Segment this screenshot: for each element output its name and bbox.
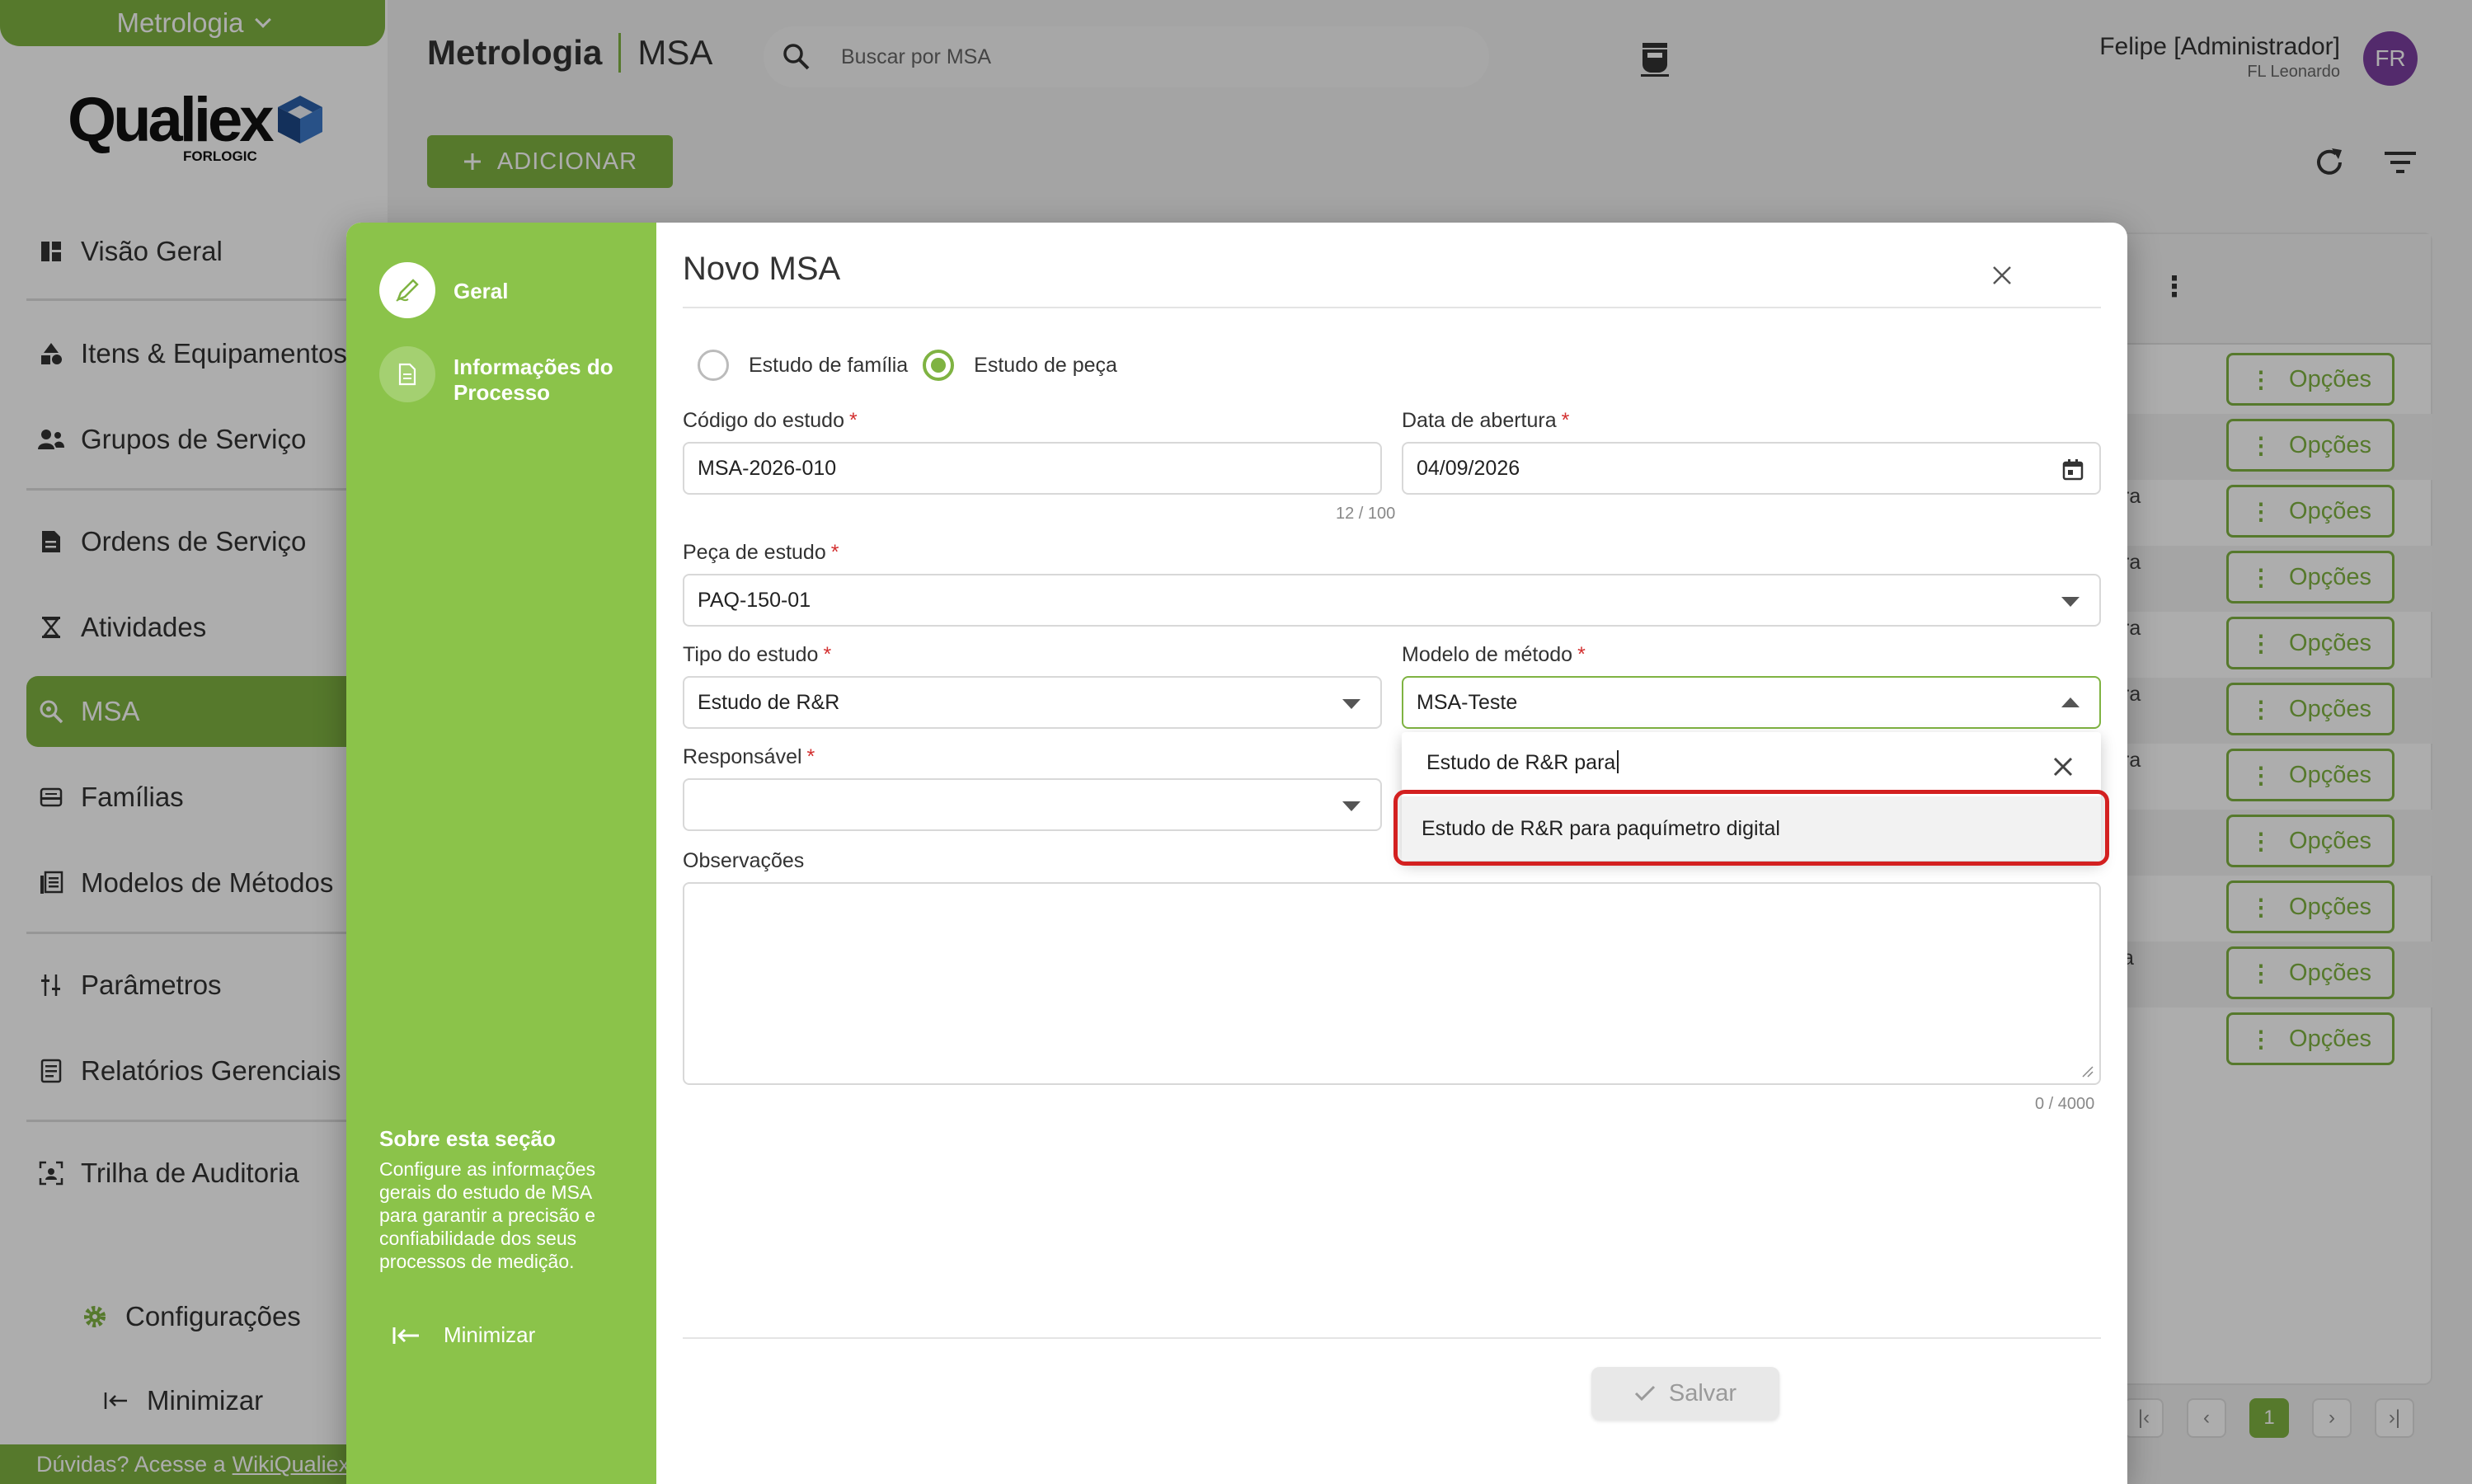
obs-label: Observações <box>683 849 805 872</box>
modelo-label: Modelo de método * <box>1402 643 1586 667</box>
data-value: 04/09/2026 <box>1417 456 1520 480</box>
modelo-select[interactable]: MSA-Teste <box>1402 676 2101 729</box>
tipo-label: Tipo do estudo * <box>683 643 831 667</box>
codigo-counter: 12 / 100 <box>1336 505 1396 523</box>
radio-estudo-peca[interactable] <box>923 350 955 381</box>
step-geral[interactable]: Geral <box>379 262 651 318</box>
chevron-down-icon <box>1342 699 1361 709</box>
label-text: Código do estudo <box>683 409 844 432</box>
close-button[interactable] <box>1984 257 2020 294</box>
codigo-field[interactable]: MSA-2026-010 <box>683 442 1382 495</box>
peca-label: Peça de estudo * <box>683 541 839 565</box>
label-text: Peça de estudo <box>683 541 826 564</box>
chevron-down-icon <box>1342 801 1361 811</box>
data-label: Data de abertura * <box>1402 409 1569 433</box>
step-label: Geral <box>454 279 509 303</box>
pencil-icon <box>379 262 435 318</box>
save-button[interactable]: Salvar <box>1591 1367 1779 1420</box>
minimize-label: Minimizar <box>444 1322 536 1347</box>
radio-estudo-familia[interactable] <box>698 350 729 381</box>
peca-value: PAQ-150-01 <box>698 588 811 612</box>
step-informacoes-processo[interactable]: Informações do Processo <box>379 346 651 406</box>
required-mark: * <box>830 541 839 564</box>
required-mark: * <box>806 745 815 768</box>
modal-steps-panel: Geral Informações do Processo Sobre esta… <box>346 223 656 1484</box>
required-mark: * <box>823 643 832 666</box>
save-label: Salvar <box>1668 1379 1737 1407</box>
about-section-text: Configure as informações gerais do estud… <box>379 1158 596 1272</box>
clear-search-button[interactable] <box>2048 752 2078 782</box>
peca-select[interactable]: PAQ-150-01 <box>683 574 2101 627</box>
close-icon <box>2053 757 2073 777</box>
title-divider <box>683 307 2101 308</box>
footer-divider <box>683 1337 2101 1339</box>
required-mark: * <box>848 409 858 432</box>
obs-counter: 0 / 4000 <box>2035 1095 2095 1113</box>
chevron-down-icon <box>2061 597 2080 607</box>
step-label: Informações do Processo <box>454 355 613 406</box>
modelo-value: MSA-Teste <box>1417 690 1518 714</box>
codigo-value: MSA-2026-010 <box>698 456 837 480</box>
label-text: Responsável <box>683 745 802 768</box>
tipo-value: Estudo de R&R <box>698 690 840 714</box>
document-icon <box>379 346 435 402</box>
resize-handle-icon[interactable] <box>2081 1065 2094 1078</box>
required-mark: * <box>1561 409 1570 432</box>
modal-minimize-button[interactable]: Minimizar <box>392 1322 535 1348</box>
check-icon <box>1634 1385 1655 1402</box>
codigo-label: Código do estudo * <box>683 409 858 433</box>
close-icon <box>1993 266 2011 284</box>
text-cursor <box>1617 750 1619 773</box>
highlight-annotation <box>1393 790 2109 866</box>
label-text: Tipo do estudo <box>683 643 819 666</box>
dropdown-search-text: Estudo de R&R para <box>1426 751 1616 774</box>
radio-label: Estudo de família <box>749 353 909 377</box>
responsavel-label: Responsável * <box>683 745 815 769</box>
chevron-up-icon <box>2061 697 2080 707</box>
tipo-select[interactable]: Estudo de R&R <box>683 676 1382 729</box>
study-type-radio-group: Estudo de família Estudo de peça <box>698 350 1132 381</box>
required-mark: * <box>1577 643 1586 666</box>
modal-title: Novo MSA <box>683 251 841 287</box>
about-section-title: Sobre esta seção <box>379 1126 556 1151</box>
observacoes-textarea[interactable] <box>683 882 2101 1085</box>
responsavel-select[interactable] <box>683 778 1382 831</box>
calendar-icon[interactable] <box>2061 458 2084 481</box>
collapse-left-icon <box>392 1327 419 1344</box>
label-text: Data de abertura <box>1402 409 1557 432</box>
data-field[interactable]: 04/09/2026 <box>1402 442 2101 495</box>
label-text: Modelo de método <box>1402 643 1573 666</box>
radio-label: Estudo de peça <box>974 353 1117 377</box>
dropdown-search-input[interactable]: Estudo de R&R para <box>1426 750 1619 775</box>
